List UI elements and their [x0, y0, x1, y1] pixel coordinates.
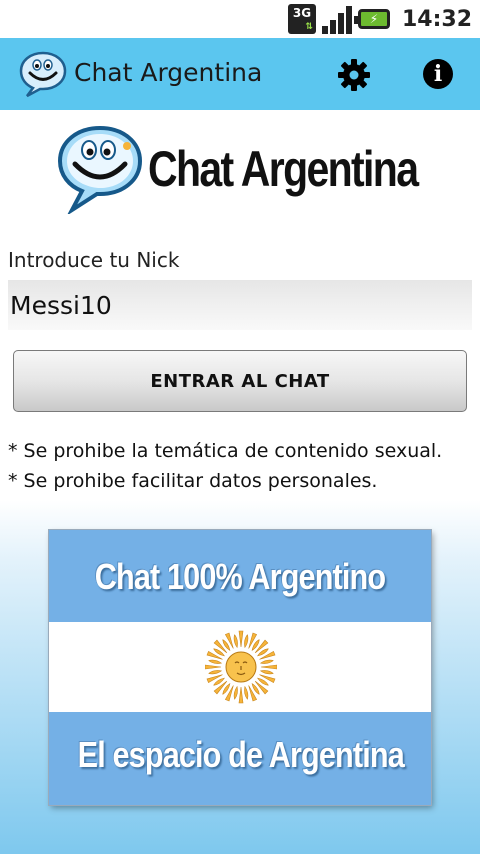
action-bar: Chat Argentina i — [0, 38, 480, 110]
chat-logo-icon — [57, 125, 143, 214]
signal-icon — [321, 4, 352, 34]
nick-label: Introduce tu Nick — [8, 248, 180, 272]
gear-icon[interactable] — [337, 58, 371, 92]
logo-title: Chat Argentina — [148, 141, 419, 197]
nick-input[interactable] — [8, 280, 472, 330]
network-type: 3G — [292, 6, 312, 20]
rule-text: * Se prohibe facilitar datos personales. — [8, 470, 378, 492]
status-bar: 3G ⇅ ⚡ 14:32 — [0, 0, 480, 38]
info-icon[interactable]: i — [423, 59, 453, 89]
argentina-banner[interactable]: Chat 100% Argentino El espacio de Argent… — [49, 530, 431, 805]
app-logo-icon — [19, 51, 67, 98]
sun-of-may-icon — [205, 630, 277, 704]
enter-chat-button[interactable]: ENTRAR AL CHAT — [13, 350, 467, 412]
battery-charging-icon: ⚡ — [353, 9, 390, 29]
status-time: 14:32 — [401, 6, 472, 32]
app-title: Chat Argentina — [74, 58, 263, 87]
banner-bottom-text: El espacio de Argentina — [77, 734, 405, 775]
rule-text: * Se prohibe la temática de contenido se… — [8, 440, 443, 462]
banner-top-text: Chat 100% Argentino — [94, 556, 386, 597]
network-3g-icon: 3G ⇅ — [287, 4, 316, 34]
